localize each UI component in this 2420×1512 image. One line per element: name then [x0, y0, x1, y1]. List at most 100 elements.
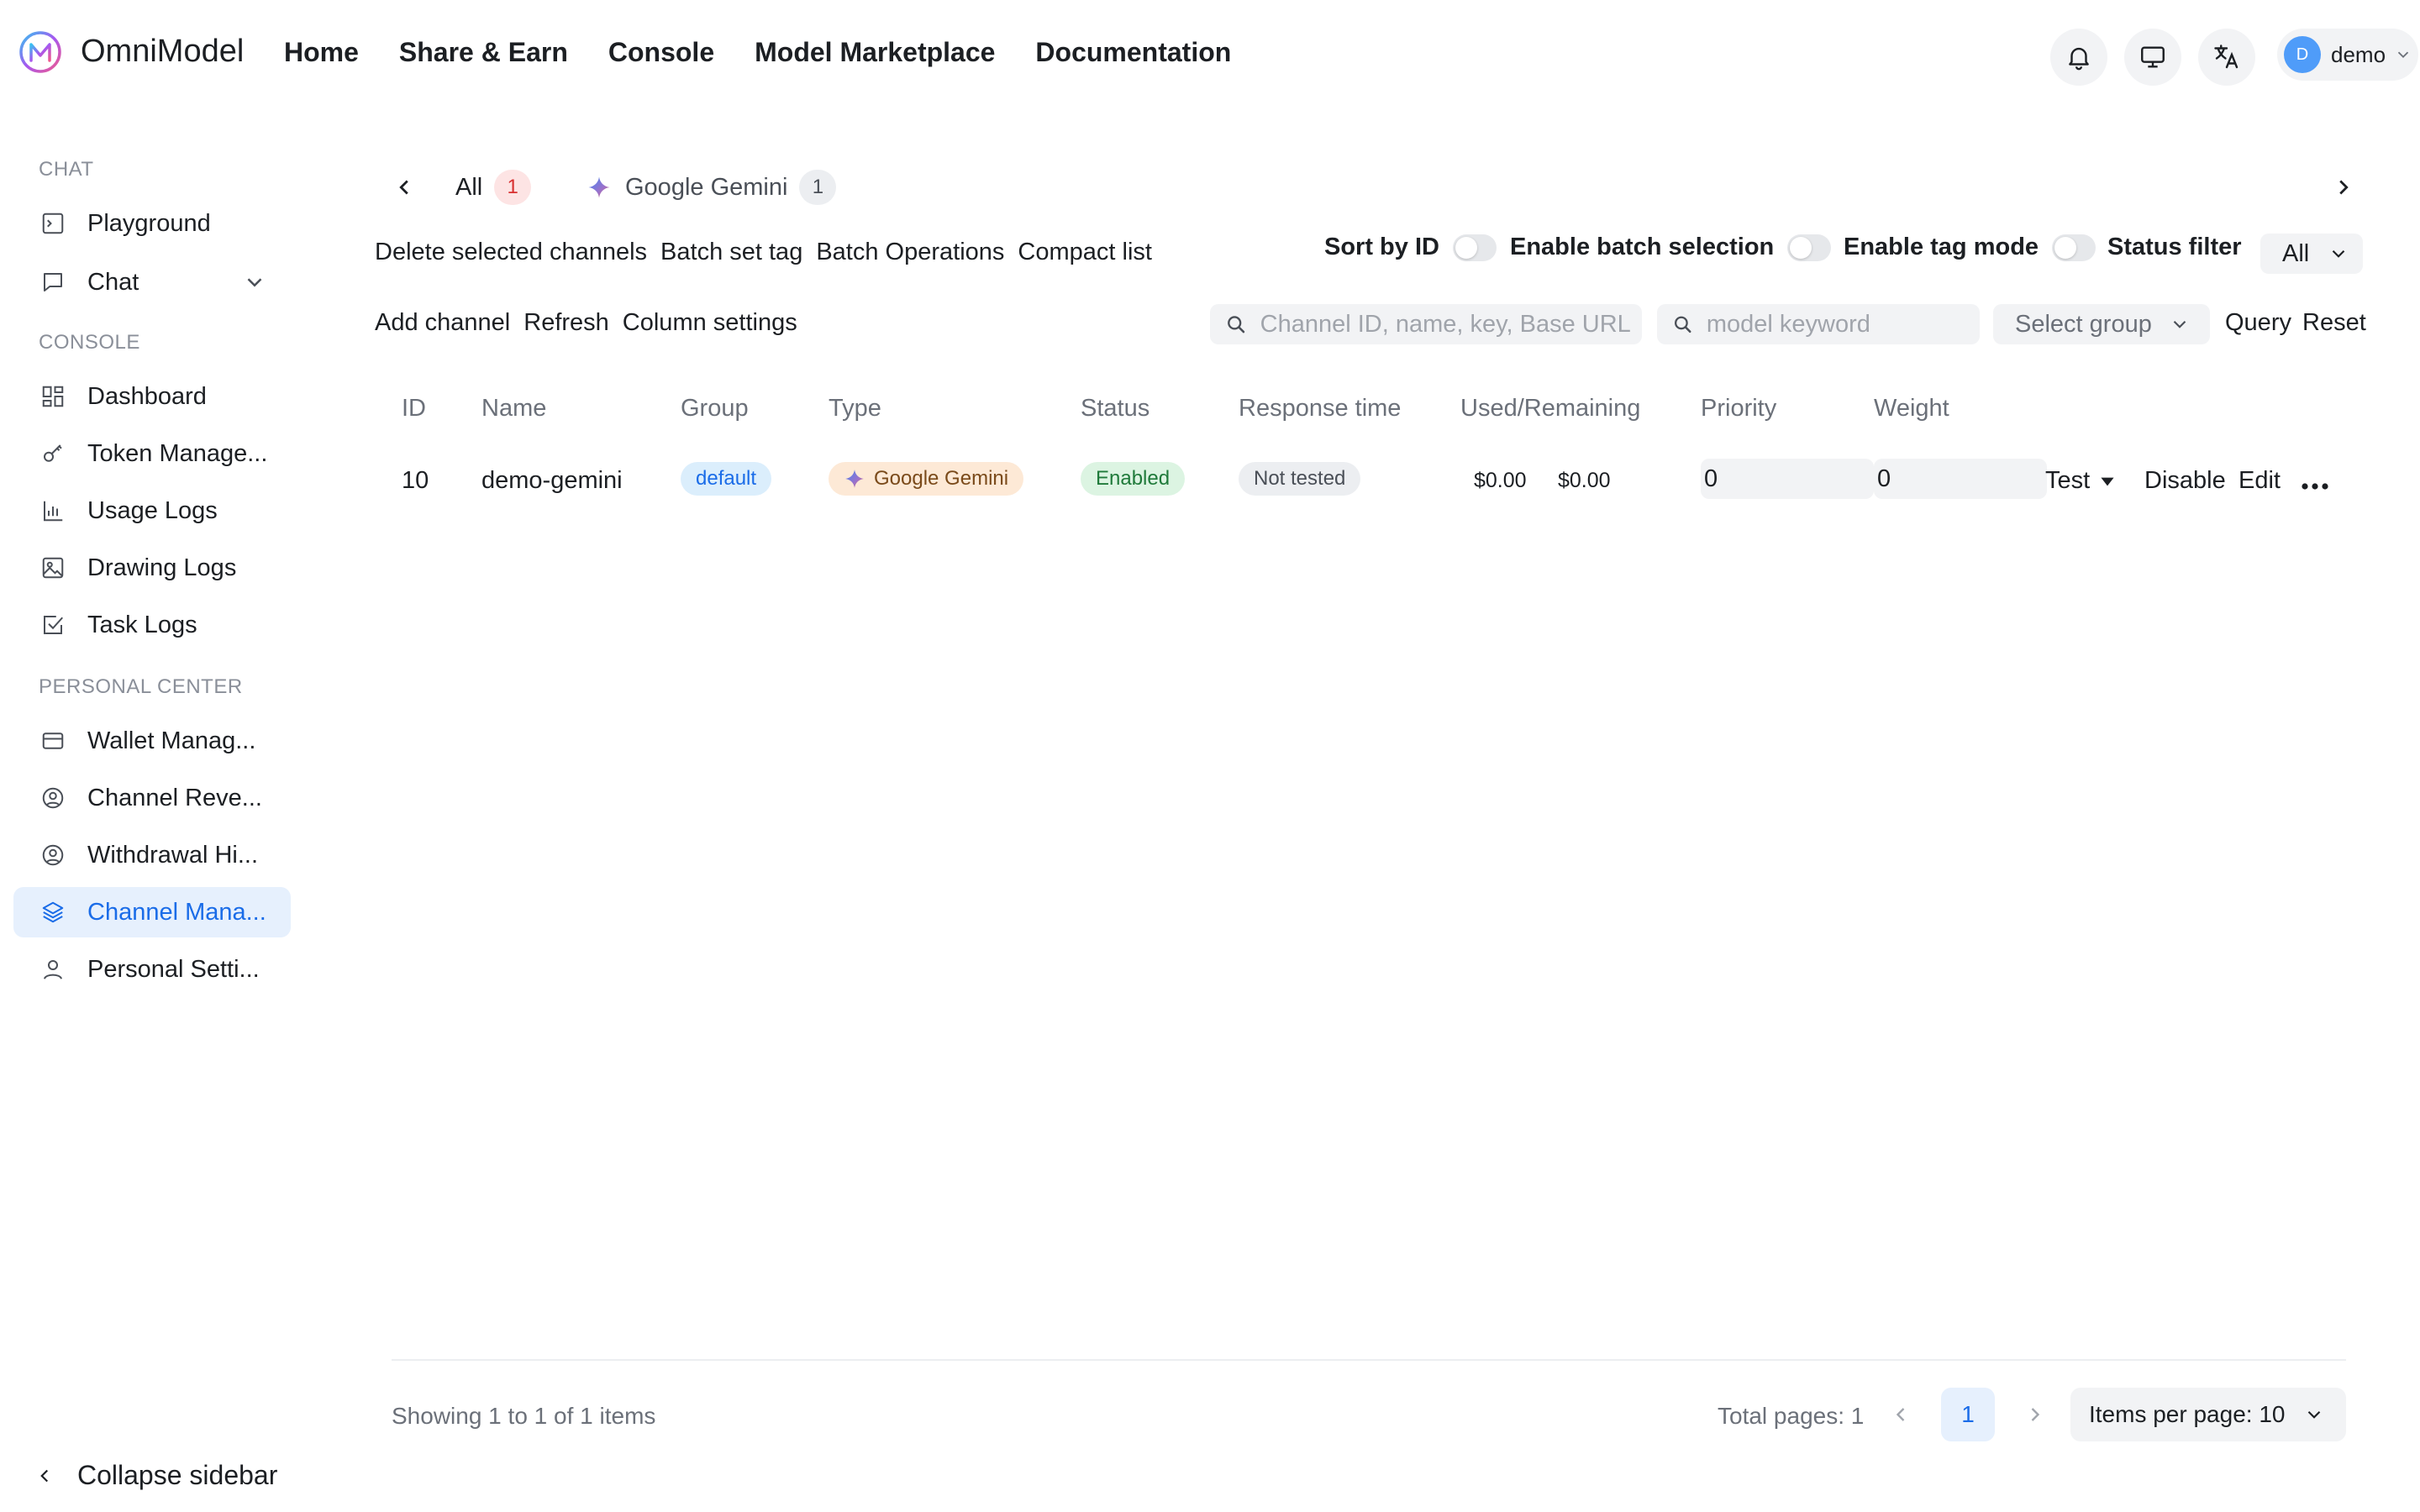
showing-items-text: Showing 1 to 1 of 1 items	[392, 1403, 656, 1429]
sidebar-item-channel-revenue[interactable]: Channel Reve...	[13, 773, 291, 823]
user-menu[interactable]: D demo	[2277, 29, 2418, 81]
sort-by-id-switch[interactable]	[1452, 234, 1497, 261]
weight-input[interactable]	[1877, 465, 2047, 493]
col-header-name[interactable]: Name	[481, 395, 546, 423]
status-filter-label: Status filter	[2107, 234, 2242, 260]
tab-label: Google Gemini	[625, 173, 788, 201]
collapse-sidebar-button[interactable]: Collapse sidebar	[34, 1460, 277, 1491]
next-page-button[interactable]	[2008, 1388, 2062, 1441]
col-header-id[interactable]: ID	[402, 395, 426, 423]
chevron-left-icon	[40, 1469, 49, 1482]
caret-down-icon	[2101, 477, 2114, 486]
col-header-type[interactable]: Type	[829, 395, 881, 423]
brand-name[interactable]: OmniModel	[81, 34, 244, 70]
batch-operations-button[interactable]: Batch Operations	[816, 239, 1004, 266]
items-per-page-select[interactable]: Items per page: 10	[2070, 1388, 2346, 1441]
weight-field[interactable]	[1874, 459, 2047, 499]
sidebar-item-label: Token Manage...	[87, 439, 268, 467]
channel-search-input[interactable]	[1260, 310, 1642, 339]
batch-selection-switch[interactable]	[1787, 234, 1832, 261]
group-tag: default	[681, 462, 772, 496]
batch-set-tag-button[interactable]: Batch set tag	[660, 239, 802, 266]
chevron-left-icon	[1896, 1408, 1905, 1421]
tab-google-gemini[interactable]: Google Gemini 1	[587, 170, 837, 205]
more-actions-button[interactable]	[2301, 472, 2329, 500]
refresh-button[interactable]: Refresh	[523, 309, 609, 337]
sidebar-item-dashboard[interactable]: Dashboard	[13, 371, 291, 422]
table-footer-divider	[392, 1359, 2346, 1361]
prev-page-button[interactable]	[1874, 1388, 1928, 1441]
sidebar-item-task-logs[interactable]: Task Logs	[13, 600, 291, 650]
sidebar-item-chat[interactable]: Chat	[13, 257, 291, 307]
items-per-page-value: Items per page: 10	[2089, 1401, 2286, 1427]
add-channel-button[interactable]: Add channel	[375, 309, 510, 337]
query-button[interactable]: Query	[2225, 309, 2291, 337]
sidebar-item-label: Personal Setti...	[87, 955, 260, 983]
nav-home[interactable]: Home	[284, 37, 359, 68]
tabs-scroll-right[interactable]	[2331, 175, 2356, 200]
col-header-used-remaining[interactable]: Used/Remaining	[1460, 395, 1640, 423]
sidebar-section-console: CONSOLE	[39, 331, 140, 354]
col-header-weight[interactable]: Weight	[1874, 395, 1949, 423]
user-name: demo	[2331, 41, 2386, 67]
type-tag-label: Google Gemini	[874, 467, 1009, 490]
display-mode-button[interactable]	[2124, 29, 2181, 86]
reset-button[interactable]: Reset	[2302, 309, 2366, 337]
chevron-down-icon	[2308, 1410, 2321, 1419]
chevron-down-icon	[2397, 51, 2409, 59]
sidebar-item-personal-settings[interactable]: Personal Setti...	[13, 944, 291, 995]
priority-field[interactable]	[1701, 459, 1874, 499]
compact-list-button[interactable]: Compact list	[1018, 239, 1152, 266]
top-header: OmniModel Home Share & Earn Console Mode…	[0, 0, 2420, 111]
gemini-icon	[588, 176, 610, 198]
edit-button[interactable]: Edit	[2238, 467, 2281, 495]
omnimodel-logo-icon[interactable]	[18, 30, 62, 74]
model-search-field[interactable]	[1657, 304, 1980, 344]
sidebar: CHAT Playground Chat CONSOLE Dashboard T…	[0, 111, 302, 1512]
channel-search-field[interactable]	[1210, 304, 1642, 344]
nav-documentation[interactable]: Documentation	[1035, 37, 1231, 68]
sidebar-item-usage-logs[interactable]: Usage Logs	[13, 486, 291, 536]
sidebar-item-token-management[interactable]: Token Manage...	[13, 428, 291, 479]
col-header-response-time[interactable]: Response time	[1239, 395, 1401, 423]
delete-selected-channels-button[interactable]: Delete selected channels	[375, 239, 647, 266]
avatar: D	[2284, 36, 2321, 73]
col-header-group[interactable]: Group	[681, 395, 749, 423]
sidebar-item-label: Usage Logs	[87, 496, 218, 524]
col-header-priority[interactable]: Priority	[1701, 395, 1776, 423]
tab-all[interactable]: All 1	[455, 170, 532, 205]
layers-icon	[39, 898, 67, 927]
sidebar-section-personal-center: PERSONAL CENTER	[39, 675, 243, 698]
sidebar-item-channel-management[interactable]: Channel Mana...	[13, 887, 291, 937]
page-number-button[interactable]: 1	[1941, 1388, 1995, 1441]
column-settings-button[interactable]: Column settings	[623, 309, 797, 337]
sidebar-item-wallet-management[interactable]: Wallet Manag...	[13, 716, 291, 766]
tab-count-badge: 1	[494, 170, 532, 205]
col-header-status[interactable]: Status	[1081, 395, 1150, 423]
bar-chart-icon	[39, 496, 67, 525]
more-horizontal-icon	[2302, 483, 2328, 490]
sort-by-id-label: Sort by ID	[1324, 234, 1439, 260]
status-filter-select[interactable]: All	[2260, 234, 2363, 274]
sidebar-item-label: Withdrawal Hi...	[87, 841, 259, 869]
nav-model-marketplace[interactable]: Model Marketplace	[755, 37, 995, 68]
sidebar-item-drawing-logs[interactable]: Drawing Logs	[13, 543, 291, 593]
sidebar-item-playground[interactable]: Playground	[13, 198, 291, 249]
group-select[interactable]: Select group	[1993, 304, 2210, 344]
nav-share-earn[interactable]: Share & Earn	[399, 37, 568, 68]
tabs-scroll-left[interactable]	[392, 175, 417, 200]
priority-input[interactable]	[1704, 465, 1874, 493]
sidebar-item-withdrawal-history[interactable]: Withdrawal Hi...	[13, 830, 291, 880]
chevron-right-icon	[2031, 1408, 2040, 1421]
test-dropdown-button[interactable]: Test	[2045, 467, 2118, 495]
model-keyword-input[interactable]	[1706, 310, 1980, 339]
gemini-icon	[845, 470, 864, 488]
batch-selection-group: Enable batch selection	[1510, 234, 1832, 261]
nav-console[interactable]: Console	[608, 37, 714, 68]
language-button[interactable]	[2198, 29, 2255, 86]
disable-button[interactable]: Disable	[2144, 467, 2226, 495]
batch-toolbar: Delete selected channels Batch set tag B…	[375, 239, 1165, 266]
tag-mode-switch[interactable]	[2052, 234, 2096, 261]
notifications-button[interactable]	[2050, 29, 2107, 86]
sidebar-item-label: Drawing Logs	[87, 554, 237, 581]
